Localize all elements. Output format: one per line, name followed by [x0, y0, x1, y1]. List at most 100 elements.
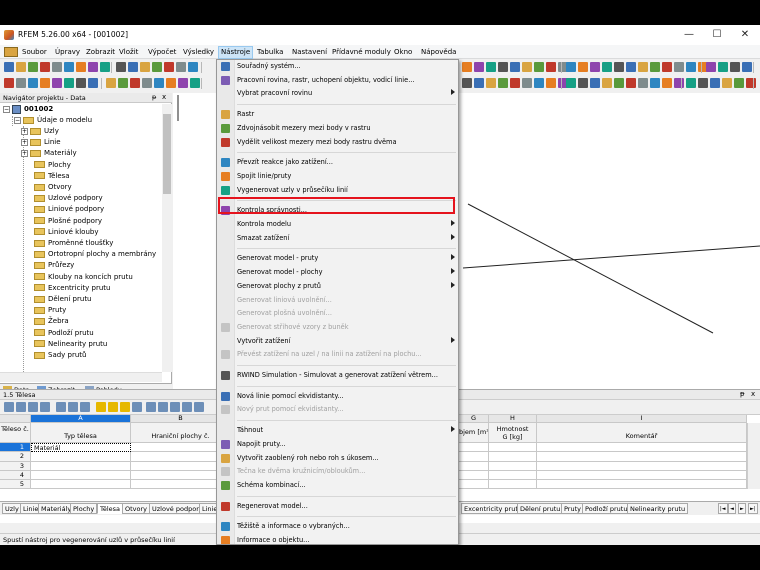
toolbar-tool-icon[interactable]	[498, 78, 508, 88]
toolbar-tool-icon[interactable]	[76, 78, 86, 88]
menu-item-vytvorit-zaobleny-roh-nebo-roh-s-ukosem[interactable]: Vytvořit zaoblený roh nebo roh s úkosem.…	[217, 452, 458, 465]
sheet-tab-excentricity-prutu[interactable]: Excentricity prutu	[461, 503, 525, 514]
cell-weight[interactable]	[489, 470, 537, 481]
cell-weight[interactable]	[489, 480, 537, 490]
table-tool-icon[interactable]	[28, 402, 38, 412]
collapse-icon[interactable]: −	[3, 105, 10, 113]
toolbar-tool-icon[interactable]	[710, 78, 720, 88]
toolbar-tool-icon[interactable]	[106, 78, 116, 88]
navigator-horizontal-scrollbar[interactable]	[0, 372, 162, 382]
toolbar-tool-icon[interactable]	[154, 78, 164, 88]
pin-icon[interactable]: ᵽ	[152, 93, 156, 101]
sheet-nav-arrow-icon[interactable]: ►|	[748, 503, 758, 514]
collapse-icon[interactable]: −	[14, 116, 21, 124]
row-number[interactable]: 5	[0, 480, 31, 490]
sheet-nav-arrow-icon[interactable]: |◄	[718, 503, 728, 514]
menu-item-vygenerovat-uzly-v-pruseciku-linii[interactable]: Vygenerovat uzly v průsečíku linií	[217, 184, 458, 197]
toolbar-tool-icon[interactable]	[510, 78, 520, 88]
menu-item-generovat-model-plochy[interactable]: Generovat model - plochy	[217, 266, 458, 279]
table-tool-icon[interactable]	[4, 402, 14, 412]
toolbar-tool-icon[interactable]	[546, 62, 556, 72]
menu-item-tahnout[interactable]: Táhnout	[217, 424, 458, 437]
menu-item-souradny-system[interactable]: Souřadný systém...	[217, 60, 458, 73]
table-tool-icon[interactable]	[108, 402, 118, 412]
toolbar-tool-icon[interactable]	[746, 78, 756, 88]
column-letter-h[interactable]: H	[489, 415, 537, 423]
sheet-tab-pruty[interactable]: Pruty	[561, 503, 584, 514]
toolbar-tool-icon[interactable]	[486, 78, 496, 88]
toolbar-tool-icon[interactable]	[28, 78, 38, 88]
menu-zobrazit[interactable]: Zobrazit	[84, 47, 117, 58]
menu-item-prevzit-reakce-jako-zatizeni[interactable]: Převzít reakce jako zatížení...	[217, 156, 458, 169]
row-number[interactable]: 3	[0, 461, 31, 471]
menu-item-vybrat-pracovni-rovinu[interactable]: Vybrat pracovní rovinu	[217, 87, 458, 100]
toolbar-tool-icon[interactable]	[590, 78, 600, 88]
menu-item-generovat-liniova-uvolneni[interactable]: Generovat liniová uvolnění...	[217, 294, 458, 307]
toolbar-tool-icon[interactable]	[40, 62, 50, 72]
toolbar-tool-icon[interactable]	[566, 62, 576, 72]
toolbar-tool-icon[interactable]	[190, 78, 200, 88]
sheet-tab-nelinearity-prutu[interactable]: Nelinearity prutu	[627, 503, 689, 514]
model-line-horizontal[interactable]	[462, 245, 760, 269]
toolbar-tool-icon[interactable]	[166, 78, 176, 88]
sheet-nav-arrow-icon[interactable]: ►	[738, 503, 746, 514]
tree-item-uzlove-podpory[interactable]: Uzlové podpory	[25, 193, 103, 204]
toolbar-tool-icon[interactable]	[674, 62, 684, 72]
expand-icon[interactable]: +	[21, 127, 28, 135]
table-tool-icon[interactable]	[56, 402, 66, 412]
sheet-nav-arrow-icon[interactable]: ◄	[728, 503, 736, 514]
expand-icon[interactable]: +	[21, 138, 28, 146]
toolbar-tool-icon[interactable]	[16, 78, 26, 88]
toolbar-tool-icon[interactable]	[534, 62, 544, 72]
toolbar-tool-icon[interactable]	[28, 62, 38, 72]
row-number[interactable]: 1	[0, 443, 31, 453]
cell-weight[interactable]	[489, 461, 537, 471]
cell-solid-type[interactable]	[31, 461, 131, 471]
cell-solid-type[interactable]	[31, 480, 131, 490]
tree-item-otvory[interactable]: Otvory	[25, 182, 72, 193]
toolbar-tool-icon[interactable]	[742, 62, 752, 72]
table-tool-icon[interactable]	[120, 402, 130, 412]
toolbar-tool-icon[interactable]	[164, 62, 174, 72]
sheet-tab-deleni-prutu[interactable]: Dělení prutu	[517, 503, 564, 514]
navigator-vertical-scrollbar[interactable]	[162, 104, 172, 372]
cell-solid-type[interactable]: Materiál	[31, 443, 131, 453]
table-tool-icon[interactable]	[158, 402, 168, 412]
tree-item-liniove-podpory[interactable]: Liniové podpory	[25, 204, 104, 215]
toolbar-tool-icon[interactable]	[566, 78, 576, 88]
tree-model-data[interactable]: − Údaje o modelu	[14, 115, 92, 126]
toolbar-tool-icon[interactable]	[178, 78, 188, 88]
cell-solid-type[interactable]	[31, 470, 131, 481]
toolbar-tool-icon[interactable]	[152, 62, 162, 72]
sheet-tab-uzlove-podpory[interactable]: Uzlové podpory	[149, 503, 206, 514]
toolbar-tool-icon[interactable]	[52, 78, 62, 88]
table-tool-icon[interactable]	[40, 402, 50, 412]
toolbar-tool-icon[interactable]	[650, 62, 660, 72]
toolbar-tool-icon[interactable]	[64, 62, 74, 72]
column-letter-a[interactable]: A	[31, 415, 131, 423]
menu-nastroje[interactable]: Nástroje	[218, 46, 254, 59]
toolbar-tool-icon[interactable]	[546, 78, 556, 88]
table-tool-icon[interactable]	[182, 402, 192, 412]
menu-item-pracovni-rovina-rastr-uchopeni-objektu-v[interactable]: Pracovní rovina, rastr, uchopení objektu…	[217, 74, 458, 87]
toolbar-tool-icon[interactable]	[4, 78, 14, 88]
menu-item-informace-o-objektu[interactable]: Informace o objektu...	[217, 534, 458, 544]
menu-item-generovat-plosna-uvolneni[interactable]: Generovat plošná uvolnění...	[217, 307, 458, 320]
toolbar-tool-icon[interactable]	[602, 78, 612, 88]
toolbar-tool-icon[interactable]	[626, 62, 636, 72]
toolbar-tool-icon[interactable]	[534, 78, 544, 88]
tree-item-telesa[interactable]: Tělesa	[25, 171, 70, 182]
toolbar-tool-icon[interactable]	[718, 62, 728, 72]
toolbar-tool-icon[interactable]	[662, 62, 672, 72]
toolbar-tool-icon[interactable]	[686, 78, 696, 88]
menu-item-generovat-plochy-z-prutu[interactable]: Generovat plochy z prutů	[217, 280, 458, 293]
menu-item-rastr[interactable]: Rastr	[217, 108, 458, 121]
minimize-button[interactable]: —	[676, 27, 702, 43]
menu-item-smazat-zatizeni[interactable]: Smazat zatížení	[217, 232, 458, 245]
row-number[interactable]: 2	[0, 452, 31, 462]
toolbar-tool-icon[interactable]	[698, 78, 708, 88]
menu-item-regenerovat-model[interactable]: Regenerovat model...	[217, 500, 458, 513]
toolbar-tool-icon[interactable]	[188, 62, 198, 72]
menu-pridavne-moduly[interactable]: Přídavné moduly	[330, 47, 393, 58]
menu-vlozit[interactable]: Vložit	[117, 47, 140, 58]
